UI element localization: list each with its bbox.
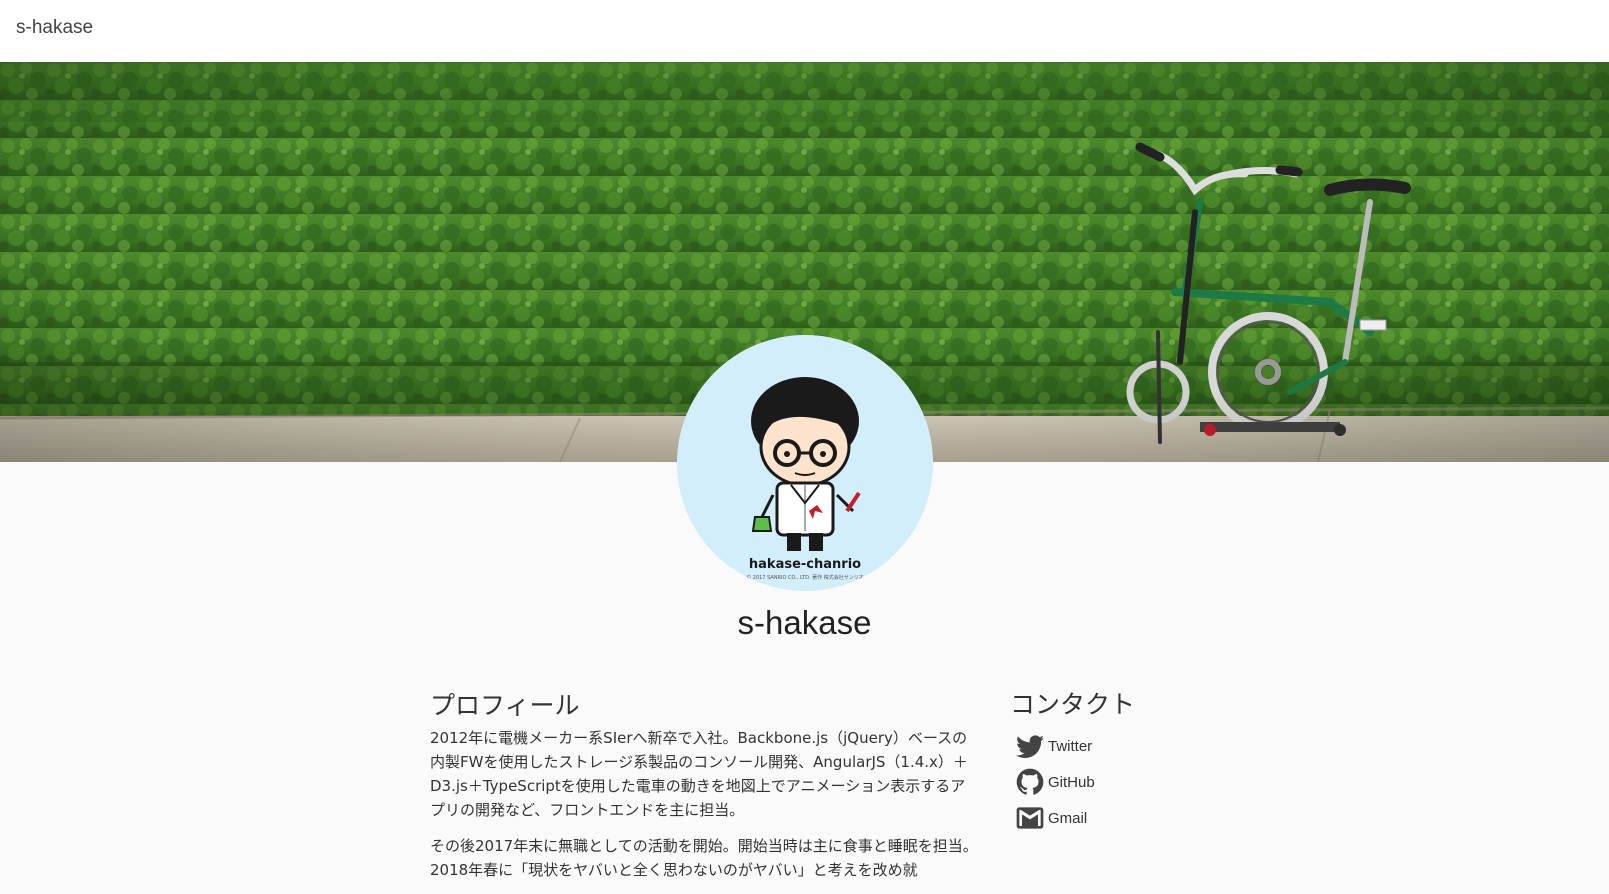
- avatar-fine-print: © 2017 SANRIO CO., LTD. 著作 株式会社サンリオ: [746, 574, 864, 581]
- github-icon: [1014, 766, 1046, 798]
- contact-label: Gmail: [1048, 809, 1088, 827]
- site-title-link[interactable]: s-hakase: [16, 17, 93, 39]
- profile-paragraph: その後2017年末に無職としての活動を開始。開始当時は主に食事と睡眠を担当。20…: [430, 837, 978, 879]
- contact-label: Twitter: [1048, 737, 1093, 755]
- contact-section-title: コンタクト: [1010, 690, 1136, 719]
- hakase-character-illustration: hakase-chanrio © 2017 SANRIO CO., LTD. 著…: [677, 335, 933, 591]
- profile-body: 2012年に電機メーカー系SIerへ新卒で入社。Backbone.js（jQue…: [430, 726, 980, 894]
- contact-link-github[interactable]: GitHub: [1014, 764, 1095, 800]
- profile-name: s-hakase: [737, 604, 872, 641]
- contact-label: GitHub: [1048, 773, 1095, 791]
- contact-link-gmail[interactable]: Gmail: [1014, 800, 1095, 836]
- contact-link-twitter[interactable]: Twitter: [1014, 728, 1095, 764]
- contact-list: Twitter GitHub Gmail: [1014, 728, 1095, 836]
- profile-section-title: プロフィール: [430, 691, 580, 720]
- avatar-caption: hakase-chanrio: [749, 557, 861, 572]
- top-app-bar: s-hakase: [0, 0, 1609, 62]
- profile-paragraph: 2012年に電機メーカー系SIerへ新卒で入社。Backbone.js（jQue…: [430, 729, 968, 819]
- twitter-icon: [1014, 730, 1046, 762]
- avatar: hakase-chanrio © 2017 SANRIO CO., LTD. 著…: [677, 335, 933, 591]
- gmail-icon: [1014, 802, 1046, 834]
